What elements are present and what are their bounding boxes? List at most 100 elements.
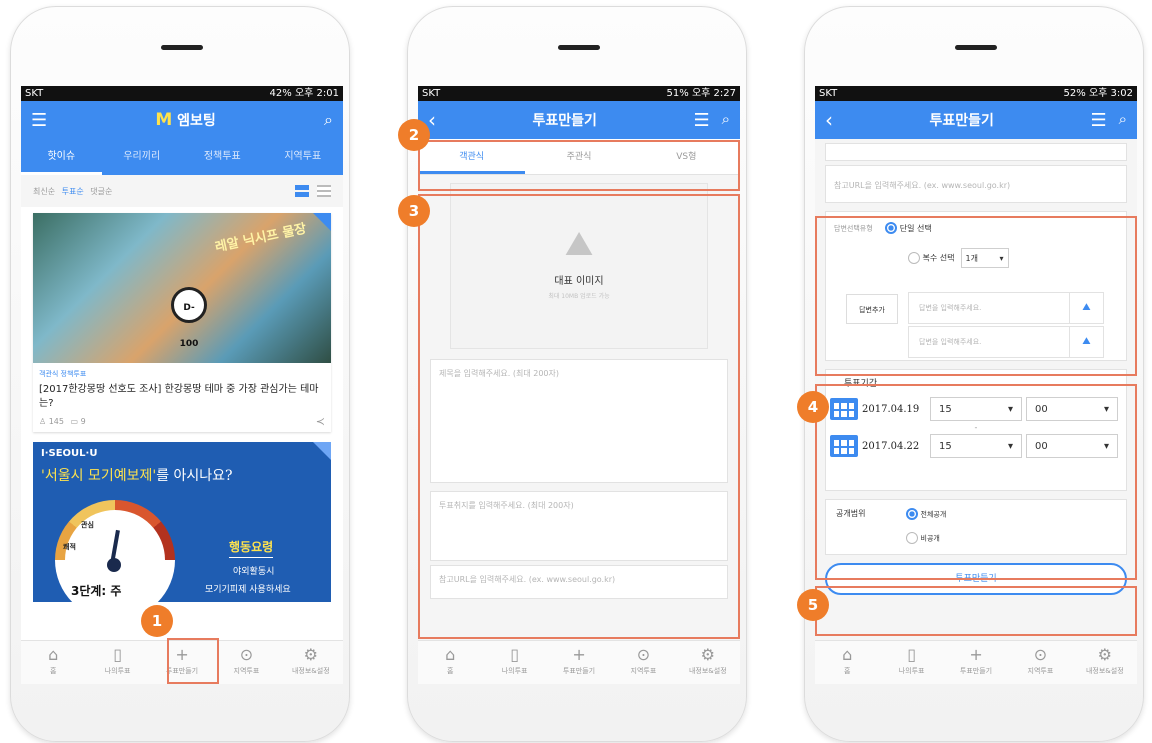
- settings-icon: ⚙: [303, 645, 318, 664]
- category-tabs: 핫이슈 우리끼리 정책투표 지역투표: [21, 139, 343, 175]
- nav-label: 나의투표: [501, 667, 528, 675]
- nav-settings[interactable]: ⚙ 내정보&설정: [676, 641, 740, 684]
- phone-1: SKT 42% 오후 2:01 ☰ M 엠보팅 ⌕ 핫이슈 우리끼리 정책투표 …: [10, 6, 350, 742]
- highlight-tabs: [418, 140, 740, 191]
- phone-2: SKT 51% 오후 2:27 ‹ 투표만들기 ☰ ⌕ 객관식 주관식 VS형 ⛰…: [398, 6, 747, 742]
- screen-1: SKT 42% 오후 2:01 ☰ M 엠보팅 ⌕ 핫이슈 우리끼리 정책투표 …: [21, 86, 343, 684]
- search-icon[interactable]: ⌕: [324, 110, 333, 130]
- nav-label: 지역투표: [1027, 667, 1054, 675]
- comment-count: 9: [80, 417, 86, 426]
- status-bar: SKT 51% 오후 2:27: [418, 86, 740, 101]
- nav-label: 홈: [446, 667, 454, 675]
- share-icon[interactable]: ≺: [316, 415, 325, 428]
- plus-icon: +: [969, 645, 983, 664]
- person-icon: ♙: [39, 417, 47, 426]
- highlight-form: [418, 194, 740, 639]
- sort-latest[interactable]: 최신순: [33, 187, 55, 196]
- card-view-icon[interactable]: [295, 185, 309, 197]
- step-badge-5: 5: [797, 589, 829, 621]
- bottom-nav: ⌂ 홈 ▯ 나의투표 + 투표만들기 ⊙ 지역투표 ⚙ 내정보&설정: [815, 640, 1137, 684]
- menu-icon[interactable]: ☰: [693, 110, 709, 131]
- nav-my-votes[interactable]: ▯ 나의투표: [879, 641, 943, 684]
- nav-label: 내정보&설정: [688, 667, 727, 675]
- status-right: 52% 오후 3:02: [1063, 88, 1133, 99]
- vote-card-1[interactable]: 레알 닉시프 물장 D-100 객관식 정책투표 [2017한강몽땅 선호도 조…: [33, 213, 331, 432]
- comment-icon: ▭: [70, 417, 79, 426]
- dday-badge: D-100: [171, 287, 207, 349]
- nav-label: 나의투표: [898, 667, 925, 675]
- location-icon: ⊙: [636, 645, 651, 664]
- card-check-icon: [313, 213, 331, 231]
- app-bar: ☰ M 엠보팅 ⌕: [21, 101, 343, 139]
- nav-label: 홈: [49, 667, 57, 675]
- nav-region[interactable]: ⊙ 지역투표: [611, 641, 675, 684]
- tab-hot[interactable]: 핫이슈: [21, 139, 102, 175]
- tab-region[interactable]: 지역투표: [263, 139, 344, 175]
- app-bar: ‹ 투표만들기 ☰ ⌕: [815, 101, 1137, 139]
- status-bar: SKT 52% 오후 3:02: [815, 86, 1137, 101]
- tab-policy[interactable]: 정책투표: [182, 139, 263, 175]
- gauge-hub: [107, 558, 121, 572]
- back-icon[interactable]: ‹: [428, 108, 436, 132]
- app-title-text: 엠보팅: [177, 113, 216, 129]
- nav-home[interactable]: ⌂ 홈: [815, 641, 879, 684]
- nav-create-vote[interactable]: + 투표만들기: [944, 641, 1008, 684]
- nav-label: 지역투표: [233, 667, 260, 675]
- top-field[interactable]: [825, 143, 1127, 161]
- card2-headline: '서울시 모기예보제'를 아시나요?: [33, 459, 331, 485]
- search-icon[interactable]: ⌕: [1119, 110, 1127, 131]
- phone-3: SKT 52% 오후 3:02 ‹ 투표만들기 ☰ ⌕ 참고URL을 입력해주세요…: [797, 6, 1144, 742]
- status-right: 42% 오후 2:01: [269, 88, 339, 99]
- plus-icon: +: [572, 645, 586, 664]
- screen-3: SKT 52% 오후 3:02 ‹ 투표만들기 ☰ ⌕ 참고URL을 입력해주세요…: [815, 86, 1137, 684]
- nav-region[interactable]: ⊙ 지역투표: [214, 641, 278, 684]
- bottom-nav: ⌂ 홈 ▯ 나의투표 + 투표만들기 ⊙ 지역투표 ⚙ 내정보&설정: [418, 640, 740, 684]
- nav-create-vote[interactable]: + 투표만들기: [547, 641, 611, 684]
- mosquito-gauge: 관심 주의 쾌적 불쾌 3단계: 주: [55, 500, 175, 602]
- card-category: 객관식 정책투표: [39, 370, 87, 378]
- search-icon[interactable]: ⌕: [722, 110, 730, 131]
- menu-icon[interactable]: ☰: [31, 110, 47, 131]
- settings-icon: ⚙: [1097, 645, 1112, 664]
- stage-text: 3단계: 주: [71, 584, 122, 598]
- nav-home[interactable]: ⌂ 홈: [418, 641, 482, 684]
- nav-label: 투표만들기: [562, 667, 596, 675]
- nav-settings[interactable]: ⚙ 내정보&설정: [1073, 641, 1137, 684]
- app-bar: ‹ 투표만들기 ☰ ⌕: [418, 101, 740, 139]
- carrier: SKT: [819, 88, 838, 99]
- document-icon: ▯: [510, 645, 520, 664]
- card2-check-icon: [313, 442, 331, 460]
- image-text: 레알 닉시프 물장: [214, 221, 308, 256]
- list-view-icon[interactable]: [317, 185, 331, 197]
- headline-rest: 를 아시나요?: [156, 468, 233, 484]
- sort-votes[interactable]: 투표순: [62, 187, 84, 196]
- highlight-create-button: [167, 638, 219, 684]
- sort-comments[interactable]: 댓글순: [90, 187, 112, 196]
- document-icon: ▯: [113, 645, 123, 664]
- gauge-label-discomfort: 불쾌: [143, 541, 156, 549]
- nav-label: 내정보&설정: [1085, 667, 1124, 675]
- nav-my-votes[interactable]: ▯ 나의투표: [85, 641, 149, 684]
- nav-label: 홈: [843, 667, 851, 675]
- step-badge-3: 3: [398, 195, 430, 227]
- app-title: M 엠보팅: [155, 110, 215, 130]
- status-bar: SKT 42% 오후 2:01: [21, 86, 343, 101]
- highlight-answer: [815, 216, 1137, 376]
- nav-settings[interactable]: ⚙ 내정보&설정: [279, 641, 343, 684]
- gauge-label-comfort: 쾌적: [63, 543, 76, 551]
- carrier: SKT: [25, 88, 44, 99]
- tab-ours[interactable]: 우리끼리: [102, 139, 183, 175]
- page-title: 투표만들기: [929, 113, 994, 129]
- home-icon: ⌂: [445, 645, 456, 664]
- sort-row: 최신순 투표순 댓글순: [21, 175, 343, 207]
- speaker: [161, 45, 203, 50]
- vote-card-2[interactable]: I·SEOUL·U '서울시 모기예보제'를 아시나요? 관심 주의 쾌적 불쾌…: [33, 442, 331, 602]
- nav-home[interactable]: ⌂ 홈: [21, 641, 85, 684]
- menu-icon[interactable]: ☰: [1090, 110, 1106, 131]
- back-icon[interactable]: ‹: [825, 108, 833, 132]
- nav-region[interactable]: ⊙ 지역투표: [1008, 641, 1072, 684]
- step-badge-1: 1: [141, 605, 173, 637]
- nav-my-votes[interactable]: ▯ 나의투표: [482, 641, 546, 684]
- card-title: [2017한강몽땅 선호도 조사] 한강몽땅 테마 중 가장 관심가는 테마는?: [39, 384, 319, 409]
- url-input[interactable]: 참고URL을 입력해주세요. (ex. www.seoul.go.kr): [825, 165, 1127, 203]
